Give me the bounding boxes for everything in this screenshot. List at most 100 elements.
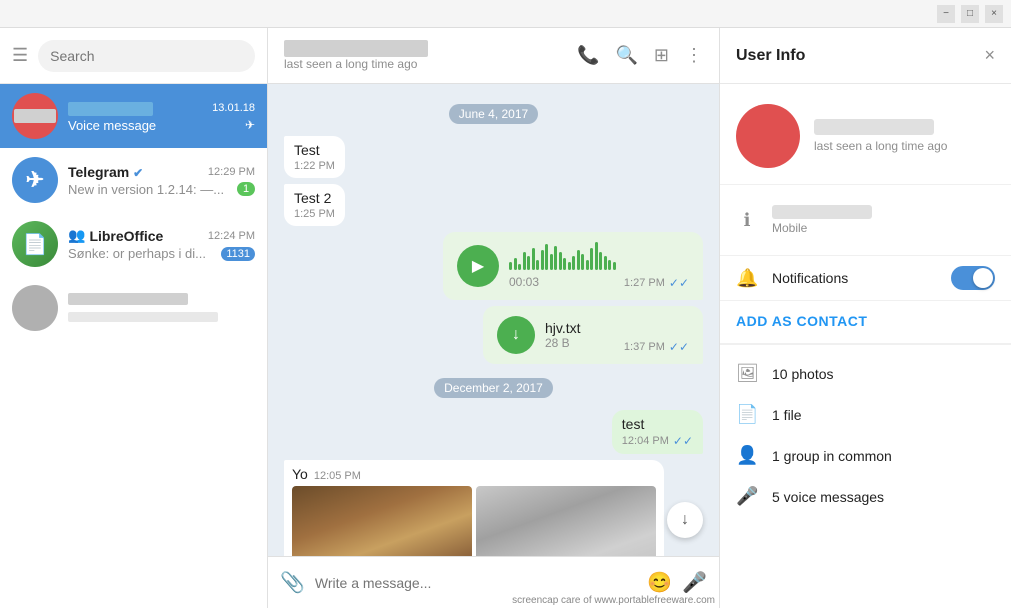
wbar [554, 246, 557, 270]
message-input[interactable] [315, 575, 637, 591]
files-label: 1 file [772, 407, 802, 423]
wbar [590, 248, 593, 270]
wbar [586, 260, 589, 270]
chat-name: 👥 LibreOffice [68, 227, 163, 244]
media-row-groups[interactable]: 👤 1 group in common [720, 435, 1011, 476]
chat-info [68, 292, 255, 325]
message-text: Test [294, 142, 320, 158]
message-row: test 12:04 PM ✓✓ [284, 410, 703, 454]
media-row-photos[interactable]: 🖼 10 photos [720, 353, 1011, 394]
wbar [577, 250, 580, 270]
wbar [608, 260, 611, 270]
add-contact-button[interactable]: ADD AS CONTACT [736, 313, 867, 329]
notifications-toggle[interactable] [951, 266, 995, 290]
info-section: ℹ Mobile [720, 185, 1011, 256]
chat-item[interactable]: +1███ +1 ████████ 13.01.18 Voice message… [0, 84, 267, 148]
read-tick: ✓✓ [669, 276, 689, 290]
wbar [550, 254, 553, 270]
wbar [563, 258, 566, 270]
play-button[interactable]: ▶ [457, 245, 499, 287]
title-bar-controls: − □ × [937, 5, 1003, 23]
close-panel-button[interactable]: × [984, 45, 995, 66]
pin-icon: ✈ [245, 118, 255, 132]
search-box [38, 40, 255, 72]
bubble-meta: 1:37 PM ✓✓ [624, 340, 689, 354]
phone-label: Mobile [772, 221, 872, 235]
message-time: 12:04 PM [622, 435, 669, 447]
files-icon: 📄 [736, 404, 758, 425]
layout-icon[interactable]: ⊞ [654, 45, 669, 66]
date-label: June 4, 2017 [449, 104, 538, 124]
wbar [523, 252, 526, 270]
hamburger-icon[interactable]: ☰ [12, 45, 28, 66]
message-bubble: Yo 12:05 PM [284, 460, 664, 556]
message-row: Test 1:22 PM [284, 136, 703, 178]
chat-list: +1███ +1 ████████ 13.01.18 Voice message… [0, 84, 267, 608]
info-content: Mobile [772, 205, 872, 235]
chat-header: +1 ████ last seen a long time ago 📞 🔍 ⊞ … [268, 28, 719, 84]
chat-name-row: 👥 LibreOffice 12:24 PM [68, 227, 255, 244]
media-section: 🖼 10 photos 📄 1 file 👤 1 group in common… [720, 345, 1011, 525]
message-time: 12:05 PM [314, 470, 361, 482]
photo-thumbnail[interactable] [292, 486, 472, 556]
message-row: ▶ [284, 232, 703, 300]
chat-preview: New in version 1.2.14: —... [68, 182, 233, 197]
user-name [814, 119, 934, 135]
wbar [595, 242, 598, 270]
search-chat-icon[interactable]: 🔍 [615, 45, 637, 66]
chat-info: 👥 LibreOffice 12:24 PM Sønke: or perhaps… [68, 227, 255, 261]
wbar [536, 260, 539, 270]
file-size: 28 B [545, 336, 614, 350]
wbar [545, 244, 548, 270]
message-text: Yo [292, 466, 308, 482]
media-row-voice[interactable]: 🎤 5 voice messages [720, 476, 1011, 517]
chat-name: +1 ████████ [68, 100, 153, 116]
notifications-label: Notifications [772, 270, 848, 286]
voice-icon: 🎤 [736, 486, 758, 507]
mic-icon[interactable]: 🎤 [682, 570, 707, 595]
groups-label: 1 group in common [772, 448, 892, 464]
info-circle-icon: ℹ [736, 210, 758, 231]
chat-item[interactable]: ✈ Telegram ✔ 12:29 PM New in version 1.2… [0, 148, 267, 212]
chat-name [68, 292, 188, 308]
chat-preview-row: Sønke: or perhaps i di... 1131 [68, 246, 255, 261]
date-label: December 2, 2017 [434, 378, 553, 398]
chat-item[interactable]: 📄 👥 LibreOffice 12:24 PM [0, 212, 267, 276]
add-contact-section: ADD AS CONTACT [720, 301, 1011, 344]
avatar: +1███ [12, 93, 58, 139]
media-row-files[interactable]: 📄 1 file [720, 394, 1011, 435]
chat-header-info: +1 ████ last seen a long time ago [284, 40, 565, 71]
photo-thumbnail[interactable] [476, 486, 656, 556]
wbar [604, 256, 607, 270]
photos-icon: 🖼 [736, 363, 758, 384]
info-row: ℹ Mobile [736, 197, 995, 243]
phone-icon[interactable]: 📞 [577, 45, 599, 66]
user-profile-info: last seen a long time ago [814, 119, 947, 153]
download-button[interactable]: ↓ [497, 316, 535, 354]
chat-preview: Sønke: or perhaps i di... [68, 246, 217, 261]
notifications-row: 🔔 Notifications [720, 256, 1011, 301]
close-button[interactable]: × [985, 5, 1003, 23]
chat-item[interactable] [0, 276, 267, 340]
attach-icon[interactable]: 📎 [280, 570, 305, 595]
avatar: ✈ [12, 157, 58, 203]
unread-badge: 1 [237, 182, 255, 196]
message-row: Test 2 1:25 PM [284, 184, 703, 226]
scroll-down-button[interactable]: ↓ [667, 502, 703, 538]
search-input[interactable] [50, 48, 243, 64]
wbar [527, 256, 530, 270]
chat-preview-row: New in version 1.2.14: —... 1 [68, 182, 255, 197]
more-icon[interactable]: ⋮ [685, 45, 703, 66]
photo-image [476, 486, 656, 556]
wbar [509, 262, 512, 270]
voice-duration: 00:03 [509, 275, 539, 289]
message-row: ↓ hjv.txt 28 B 1:37 PM ✓✓ [284, 306, 703, 364]
maximize-button[interactable]: □ [961, 5, 979, 23]
title-bar: − □ × [0, 0, 1011, 28]
emoji-icon[interactable]: 😊 [647, 570, 672, 595]
chat-time: 12:29 PM [208, 166, 255, 178]
minimize-button[interactable]: − [937, 5, 955, 23]
user-profile: last seen a long time ago [720, 84, 1011, 185]
chat-info: +1 ████████ 13.01.18 Voice message ✈ [68, 100, 255, 133]
file-name: hjv.txt [545, 320, 614, 336]
